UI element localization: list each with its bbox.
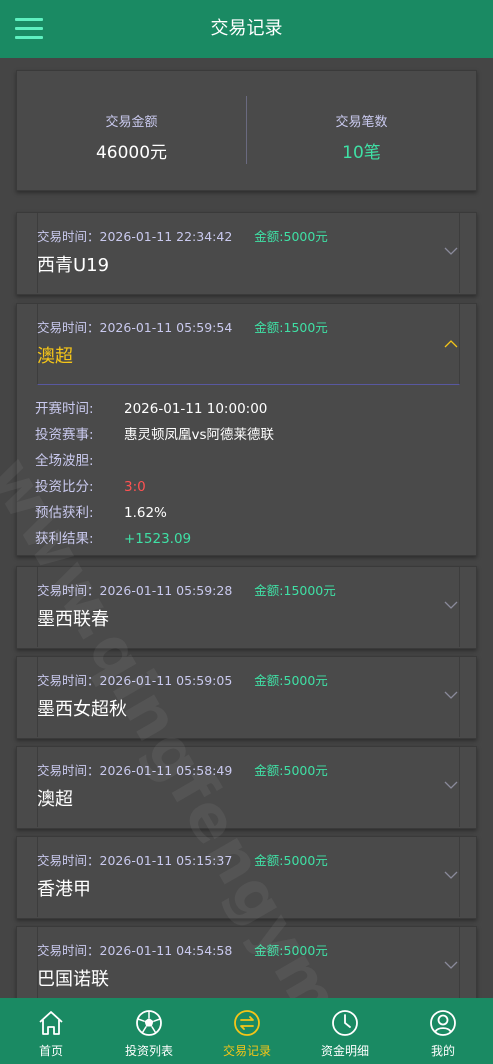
- tab-home[interactable]: 首页: [2, 998, 100, 1064]
- summary-amount: 交易金额 46000元: [17, 71, 246, 190]
- record-card-expanded[interactable]: 交易时间：2026-01-11 05:59:54 金额:1500元 澳超 开赛时间…: [16, 303, 477, 556]
- record-meta: 交易时间：2026-01-11 05:59:05 金额:5000元: [37, 670, 328, 689]
- record-time-label: 交易时间：: [37, 583, 100, 598]
- tab-label: 投资列表: [124, 1044, 173, 1058]
- record-meta: 交易时间：2026-01-11 05:59:54 金额:1500元: [37, 317, 328, 336]
- detail-label: 全场波胆:: [35, 453, 94, 469]
- record-amount: 金额:5000元: [254, 943, 328, 958]
- tab-invest-list[interactable]: 投资列表: [100, 998, 198, 1064]
- summary-panel: 交易金额 46000元 交易笔数 10笔: [16, 70, 477, 191]
- record-league: 墨西女超秋: [37, 699, 127, 720]
- record-time-label: 交易时间：: [37, 229, 100, 244]
- record-time-label: 交易时间：: [37, 320, 100, 335]
- record-card-header: [37, 747, 460, 827]
- record-meta: 交易时间：2026-01-11 22:34:42 金额:5000元: [37, 226, 328, 245]
- tab-records[interactable]: 交易记录: [198, 998, 296, 1064]
- tab-funds[interactable]: 资金明细: [296, 998, 394, 1064]
- summary-amount-value: 46000元: [95, 143, 168, 163]
- exchange-icon: [234, 1010, 260, 1036]
- summary-count-label: 交易笔数: [335, 115, 388, 130]
- chevron-down-icon[interactable]: [444, 870, 458, 880]
- record-time: 2026-01-11 05:15:37: [99, 853, 233, 868]
- record-time: 2026-01-11 05:59:05: [99, 673, 233, 688]
- record-card[interactable]: 交易时间：2026-01-11 04:54:58 金额:5000元 巴国诺联: [16, 926, 477, 998]
- record-time-label: 交易时间：: [37, 763, 100, 778]
- record-time-label: 交易时间：: [37, 943, 100, 958]
- detail-value: 3:0: [124, 479, 146, 495]
- record-meta: 交易时间：2026-01-11 04:54:58 金额:5000元: [37, 940, 328, 959]
- record-time: 2026-01-11 05:59:54: [99, 320, 233, 335]
- app-header: 交易记录: [0, 0, 493, 58]
- home-icon: [39, 1011, 63, 1035]
- detail-value: 惠灵顿凤凰vs阿德莱德联: [124, 427, 275, 443]
- user-icon: [430, 1010, 456, 1036]
- page-title: 交易记录: [210, 18, 283, 39]
- detail-label: 投资赛事:: [35, 427, 94, 443]
- record-card[interactable]: 交易时间：2026-01-11 05:59:28 金额:15000元 墨西联春: [16, 566, 477, 649]
- record-time: 2026-01-11 22:34:42: [99, 229, 233, 244]
- record-card[interactable]: 交易时间：2026-01-11 05:15:37 金额:5000元 香港甲: [16, 836, 477, 919]
- record-amount: 金额:15000元: [254, 583, 336, 598]
- record-amount: 金额:5000元: [254, 763, 328, 778]
- record-amount: 金额:5000元: [254, 853, 328, 868]
- tab-label: 交易记录: [222, 1044, 271, 1058]
- record-meta: 交易时间：2026-01-11 05:58:49 金额:5000元: [37, 760, 328, 779]
- tab-label: 首页: [38, 1044, 63, 1058]
- tab-label: 我的: [430, 1044, 455, 1058]
- football-icon: [136, 1010, 162, 1036]
- record-card[interactable]: 交易时间：2026-01-11 05:58:49 金额:5000元 澳超: [16, 746, 477, 829]
- record-time: 2026-01-11 05:58:49: [99, 763, 233, 778]
- record-league: 澳超: [37, 789, 73, 810]
- record-time: 2026-01-11 05:59:28: [99, 583, 233, 598]
- bottom-tab-bar: 首页 投资列表 交易记录 资金明细 我的: [0, 998, 493, 1064]
- chevron-up-icon[interactable]: [444, 339, 458, 349]
- clock-icon: [332, 1010, 358, 1036]
- detail-label: 开赛时间:: [35, 401, 94, 417]
- record-league: 巴国诺联: [37, 969, 109, 990]
- record-league: 西青U19: [37, 255, 110, 276]
- record-card[interactable]: 交易时间：2026-01-11 22:34:42 金额:5000元 西青U19: [16, 212, 477, 295]
- summary-count: 交易笔数 10笔: [247, 71, 476, 190]
- chevron-down-icon[interactable]: [444, 246, 458, 256]
- detail-value: +1523.09: [124, 531, 192, 547]
- record-league: 墨西联春: [37, 609, 109, 630]
- record-league: 香港甲: [37, 879, 91, 900]
- detail-value: 1.62%: [124, 505, 167, 521]
- record-league: 澳超: [37, 346, 73, 367]
- detail-label: 预估获利:: [35, 505, 94, 521]
- summary-count-value: 10笔: [342, 143, 381, 163]
- chevron-down-icon[interactable]: [444, 960, 458, 970]
- record-card-header: [37, 837, 460, 917]
- record-amount: 金额:5000元: [254, 673, 328, 688]
- summary-amount-label: 交易金额: [105, 115, 158, 130]
- chevron-down-icon[interactable]: [444, 690, 458, 700]
- tab-label: 资金明细: [320, 1044, 369, 1058]
- detail-label: 投资比分:: [35, 479, 94, 495]
- record-amount: 金额:5000元: [254, 229, 328, 244]
- tab-mine[interactable]: 我的: [394, 998, 492, 1064]
- chevron-down-icon[interactable]: [444, 600, 458, 610]
- record-time: 2026-01-11 04:54:58: [99, 943, 233, 958]
- detail-value: 2026-01-11 10:00:00: [124, 401, 268, 417]
- records-content[interactable]: 交易金额 46000元 交易笔数 10笔 交易时间：2026-01-11 22:…: [0, 58, 493, 998]
- chevron-down-icon[interactable]: [444, 780, 458, 790]
- record-amount: 金额:1500元: [254, 320, 328, 335]
- record-meta: 交易时间：2026-01-11 05:59:28 金额:15000元: [37, 580, 336, 599]
- record-time-label: 交易时间：: [37, 853, 100, 868]
- record-meta: 交易时间：2026-01-11 05:15:37 金额:5000元: [37, 850, 328, 869]
- detail-label: 获利结果:: [35, 531, 94, 547]
- record-time-label: 交易时间：: [37, 673, 100, 688]
- record-card[interactable]: 交易时间：2026-01-11 05:59:05 金额:5000元 墨西女超秋: [16, 656, 477, 739]
